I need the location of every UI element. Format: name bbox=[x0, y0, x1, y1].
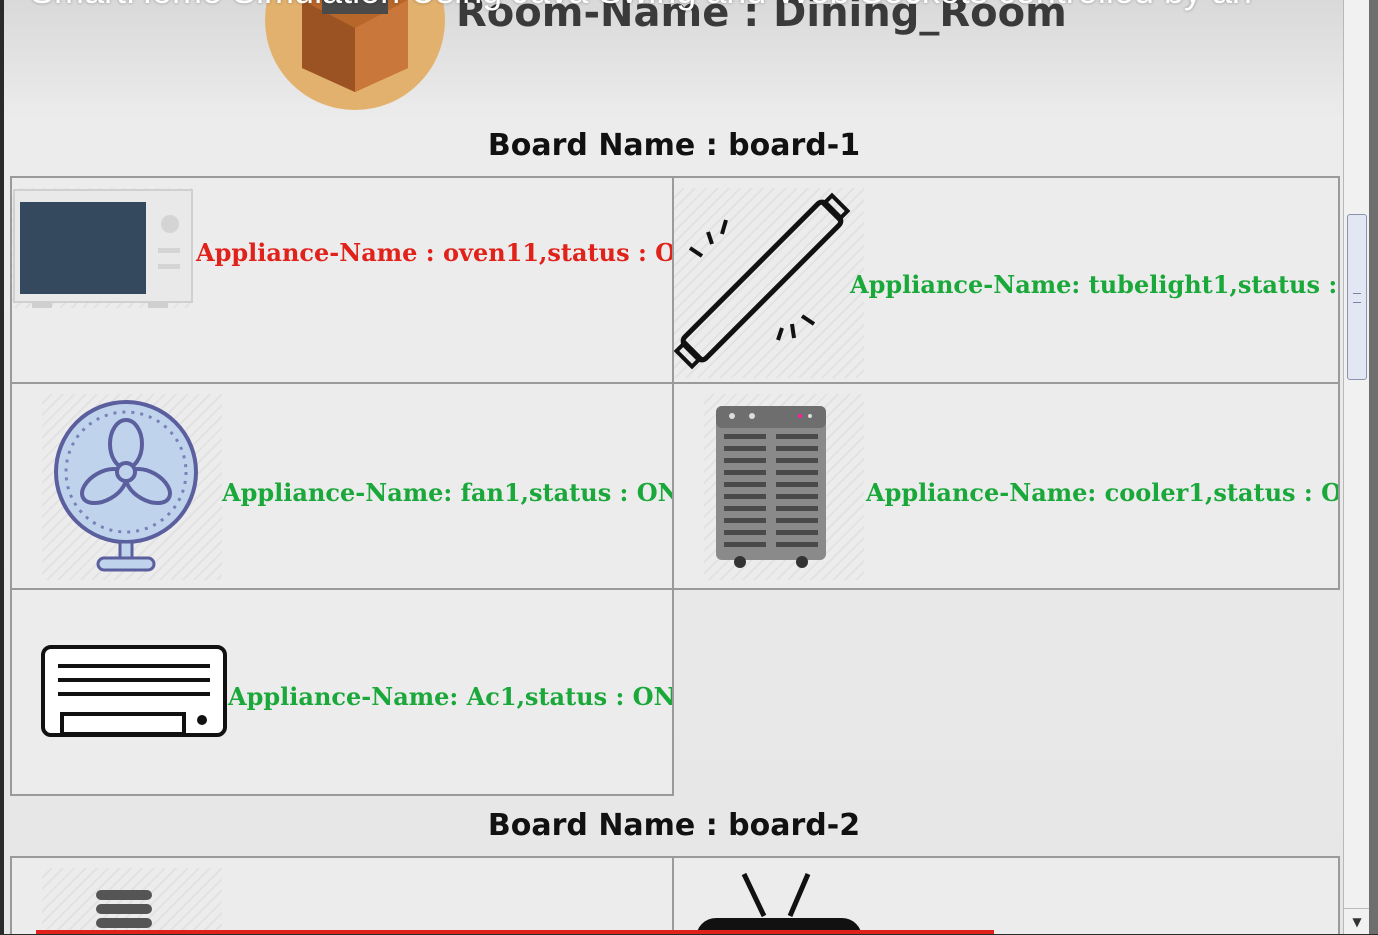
appliance-cell-fan[interactable]: Appliance-Name: fan1,status : ON bbox=[10, 384, 674, 590]
video-caption: SmartHome Simulation Using Java Swing an… bbox=[30, 0, 1252, 12]
appliance-grid: Appliance-Name : oven11,status : OFF App… bbox=[10, 176, 1340, 798]
room-box-icon bbox=[265, 0, 445, 110]
appliance-label: Appliance-Name : oven11,status : OFF bbox=[196, 238, 674, 267]
vertical-scrollbar[interactable]: ▼ bbox=[1343, 0, 1370, 934]
window-edge bbox=[1369, 0, 1378, 934]
appliance-grid bbox=[10, 856, 1340, 934]
microwave-oven-icon bbox=[13, 189, 193, 308]
scroll-thumb[interactable] bbox=[1347, 214, 1367, 380]
table-fan-icon bbox=[54, 400, 198, 572]
stacked-coil-icon bbox=[96, 890, 152, 928]
appliance-cell[interactable] bbox=[674, 858, 1340, 934]
air-conditioner-icon bbox=[41, 645, 227, 737]
grip-icon bbox=[1353, 293, 1361, 303]
appliance-label: Appliance-Name: tubelight1,status : ON bbox=[850, 270, 1340, 299]
appliance-cell[interactable] bbox=[10, 858, 674, 934]
air-cooler-icon bbox=[716, 406, 826, 568]
appliance-cell-cooler[interactable]: Appliance-Name: cooler1,status : ON bbox=[674, 384, 1340, 590]
appliance-cell-tubelight[interactable]: Appliance-Name: tubelight1,status : ON bbox=[674, 178, 1340, 384]
scroll-down-arrow-icon[interactable]: ▼ bbox=[1344, 908, 1370, 935]
appliance-label: Appliance-Name: cooler1,status : ON bbox=[866, 478, 1340, 507]
appliance-cell-ac[interactable]: Appliance-Name: Ac1,status : ON bbox=[10, 590, 674, 796]
video-progress-bar[interactable] bbox=[36, 930, 994, 934]
appliance-label: Appliance-Name: Ac1,status : ON bbox=[228, 682, 674, 711]
room-panel: SmartHome Simulation Using Java Swing an… bbox=[4, 0, 1344, 934]
tubelight-icon bbox=[674, 192, 851, 370]
television-antenna-icon bbox=[696, 872, 862, 934]
board-title: Board Name : board-1 bbox=[487, 128, 861, 163]
empty-cell bbox=[674, 590, 1340, 796]
board-title: Board Name : board-2 bbox=[487, 808, 861, 843]
appliance-label: Appliance-Name: fan1,status : ON bbox=[222, 478, 674, 507]
appliance-cell-oven[interactable]: Appliance-Name : oven11,status : OFF bbox=[10, 178, 674, 384]
